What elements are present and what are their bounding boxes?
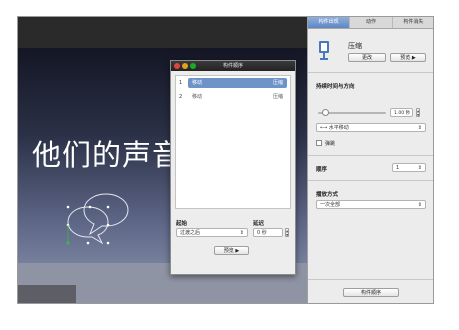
- inspector-tabs: 构件出现 动作 构件消失: [308, 17, 433, 29]
- inspector-preview-button[interactable]: 预览 ▶: [390, 53, 426, 62]
- selection-handle[interactable]: [106, 241, 110, 245]
- slide-navigator-corner: [18, 285, 76, 303]
- selection-handle[interactable]: [88, 205, 92, 209]
- divider: [308, 279, 433, 280]
- start-select[interactable]: 过渡之后 ⇕: [176, 228, 248, 237]
- effect-name: 压缩: [348, 42, 362, 50]
- divider: [308, 155, 433, 156]
- delay-label: 延迟: [253, 221, 265, 227]
- build-order-list: 1 移动 压缩 2 移动 压缩: [175, 75, 291, 209]
- order-label: 顺序: [316, 167, 328, 173]
- build-order-button[interactable]: 构件顺序: [343, 288, 399, 297]
- delivery-select[interactable]: 一次全部 ⇕: [316, 200, 426, 209]
- panel-titlebar[interactable]: 构件顺序: [171, 61, 295, 71]
- duration-field[interactable]: 1.00 秒: [390, 108, 413, 117]
- updown-arrow-icon: ⇕: [417, 125, 422, 131]
- selection-handle[interactable]: [106, 205, 110, 209]
- selection-handle[interactable]: [106, 223, 110, 227]
- delay-field[interactable]: 0 秒: [253, 228, 283, 237]
- delivery-label: 播放方式: [316, 192, 339, 198]
- build-item-1[interactable]: 1 移动 压缩: [176, 76, 290, 90]
- duration-slider[interactable]: [318, 109, 386, 116]
- build-inspector: 构件出现 动作 构件消失 压缩 更改 预览 ▶ 持续时间与方向 1.00 秒 ▲…: [307, 17, 433, 303]
- updown-arrow-icon: ⇕: [239, 230, 244, 236]
- tab-build-out[interactable]: 构件消失: [393, 17, 433, 28]
- slider-knob[interactable]: [321, 109, 329, 116]
- selection-handle[interactable]: [86, 241, 90, 245]
- preview-button[interactable]: 预览 ▶: [214, 246, 249, 255]
- change-effect-button[interactable]: 更改: [348, 53, 386, 62]
- selection-handle[interactable]: [66, 205, 70, 209]
- tab-action[interactable]: 动作: [350, 17, 393, 28]
- tab-build-in[interactable]: 构件出现: [308, 17, 351, 28]
- delay-stepper[interactable]: ▲ ▼: [285, 228, 289, 237]
- minimize-icon[interactable]: [182, 63, 188, 69]
- zoom-icon[interactable]: [190, 63, 196, 69]
- panel-title: 构件顺序: [222, 63, 243, 69]
- bounce-checkbox[interactable]: [316, 140, 322, 146]
- order-select[interactable]: 1 ⇕: [392, 163, 426, 172]
- slide-title[interactable]: 他们的声音: [32, 132, 182, 174]
- bounce-label: 弹跳: [325, 141, 336, 147]
- effect-thumbnail-icon: [319, 41, 329, 60]
- start-label: 起始: [176, 221, 188, 227]
- duration-stepper[interactable]: ▲ ▼: [416, 108, 420, 117]
- speech-bubbles-graphic[interactable]: [62, 182, 152, 262]
- updown-arrow-icon: ⇕: [417, 202, 422, 208]
- duration-direction-label: 持续时间与方向: [316, 84, 355, 90]
- build-item-2[interactable]: 2 移动 压缩: [176, 90, 290, 104]
- divider: [308, 180, 433, 181]
- updown-arrow-icon: ⇕: [417, 165, 422, 171]
- direction-select[interactable]: ⟷ 水平移动 ⇕: [316, 123, 426, 132]
- close-icon[interactable]: [174, 63, 180, 69]
- build-order-panel: 构件顺序 1 移动 压缩 2 移动 压缩 起始 延迟 过渡之后 ⇕ 0 秒 ▲ …: [170, 60, 296, 275]
- keynote-window: 他们的声音 构件顺序 1 移动 压缩 2 移动 压缩 起始 延迟 过渡之后 ⇕ …: [17, 16, 434, 304]
- divider: [308, 72, 433, 73]
- canvas-top-band: [18, 17, 307, 48]
